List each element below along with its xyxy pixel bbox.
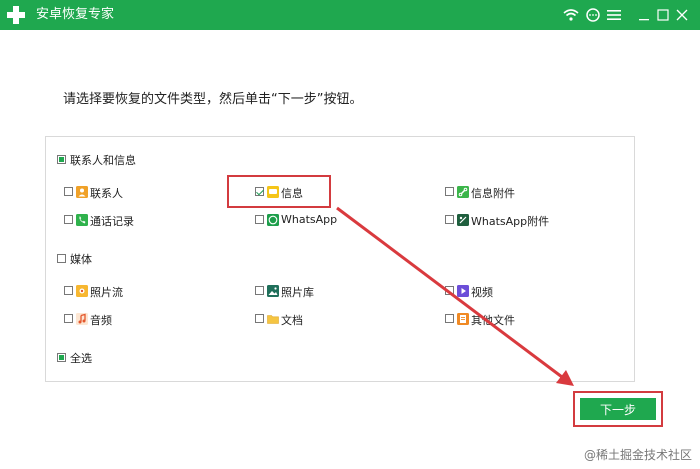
chat-icon[interactable] [584,6,602,24]
maximize-icon[interactable] [656,6,670,24]
instruction-text: 请选择要恢复的文件类型，然后单击“下一步”按钮。 [63,92,363,107]
group-media-checkbox[interactable] [57,254,66,263]
photo-stream-label: 照片流 [90,286,123,299]
close-icon[interactable] [675,6,689,24]
attachment-icon [457,186,469,198]
documents-label: 文档 [281,314,303,327]
app-title: 安卓恢复专家 [36,7,115,22]
menu-icon[interactable] [606,6,622,24]
other-files-checkbox[interactable] [445,314,454,323]
video-label: 视频 [471,286,493,299]
photo-stream-checkbox[interactable] [64,286,73,295]
other-files-label: 其他文件 [471,314,515,327]
audio-checkbox[interactable] [64,314,73,323]
message-attachments-label: 信息附件 [471,187,515,200]
call-log-checkbox[interactable] [64,215,73,224]
wifi-icon[interactable] [562,6,580,24]
whatsapp-checkbox[interactable] [255,215,264,224]
audio-icon [76,313,88,325]
select-all-label: 全选 [70,352,92,365]
whatsapp-attachments-label: WhatsApp附件 [471,215,550,228]
folder-icon [267,315,279,324]
group-contacts-messages-label: 联系人和信息 [70,154,136,167]
contacts-icon [76,186,88,198]
whatsapp-label: WhatsApp [281,213,338,226]
app-logo-icon [7,6,25,24]
phone-icon [76,214,88,226]
photo-library-checkbox[interactable] [255,286,264,295]
contacts-checkbox[interactable] [64,187,73,196]
select-all-checkbox[interactable] [57,353,66,362]
title-bar: 安卓恢复专家 [0,0,700,30]
whatsapp-icon [267,214,279,226]
whatsapp-attachment-icon [457,214,469,226]
group-contacts-messages-checkbox[interactable] [57,155,66,164]
video-icon [457,285,469,297]
other-files-icon [457,313,469,325]
photo-library-label: 照片库 [281,286,314,299]
photo-library-icon [267,285,279,297]
video-checkbox[interactable] [445,286,454,295]
audio-label: 音频 [90,314,112,327]
documents-checkbox[interactable] [255,314,264,323]
call-log-label: 通话记录 [90,215,134,228]
file-type-panel: 联系人和信息 联系人 信息 信息附件 通话记录 WhatsApp WhatsAp… [45,136,635,382]
group-media-label: 媒体 [70,253,92,266]
next-button[interactable]: 下一步 [580,398,656,420]
whatsapp-attachments-checkbox[interactable] [445,215,454,224]
minimize-icon[interactable] [637,6,651,24]
messages-highlight-box [227,175,331,208]
watermark: @稀土掘金技术社区 [583,448,692,462]
contacts-label: 联系人 [90,187,123,200]
message-attachments-checkbox[interactable] [445,187,454,196]
photo-stream-icon [76,285,88,297]
